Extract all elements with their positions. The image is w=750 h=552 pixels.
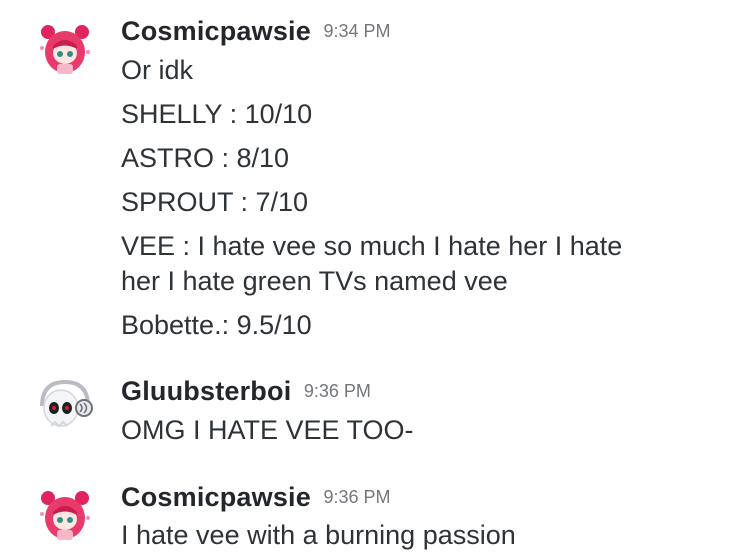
white-skull-headphones-avatar-icon — [34, 376, 96, 438]
message-header: Gluubsterboi 9:36 PM — [121, 376, 371, 407]
username[interactable]: Gluubsterboi — [121, 376, 291, 406]
message-text: SPROUT : 7/10 — [121, 187, 309, 217]
avatar[interactable] — [34, 376, 96, 438]
timestamp: 9:36 PM — [323, 487, 391, 507]
timestamp: 9:34 PM — [323, 21, 391, 41]
message-text: I hate vee with a burning passion — [121, 520, 516, 550]
avatar[interactable] — [34, 18, 96, 80]
timestamp: 9:36 PM — [303, 381, 371, 401]
message-text: ASTRO : 8/10 — [121, 143, 290, 173]
message-header: Cosmicpawsie 9:36 PM — [121, 482, 390, 513]
message-text: OMG I HATE VEE TOO- — [121, 415, 414, 445]
message-text: her I hate green TVs named vee — [121, 266, 508, 296]
message-text: Or idk — [121, 55, 194, 85]
message-text: VEE : I hate vee so much I hate her I ha… — [121, 231, 623, 261]
username[interactable]: Cosmicpawsie — [121, 16, 311, 46]
message-text: SHELLY : 10/10 — [121, 99, 313, 129]
message-text: Bobette.: 9.5/10 — [121, 310, 312, 340]
pink-haired-anime-girl-avatar-icon — [34, 18, 96, 80]
message-header: Cosmicpawsie 9:34 PM — [121, 16, 390, 47]
pink-haired-anime-girl-avatar-icon — [34, 484, 96, 546]
username[interactable]: Cosmicpawsie — [121, 482, 311, 512]
avatar[interactable] — [34, 484, 96, 546]
